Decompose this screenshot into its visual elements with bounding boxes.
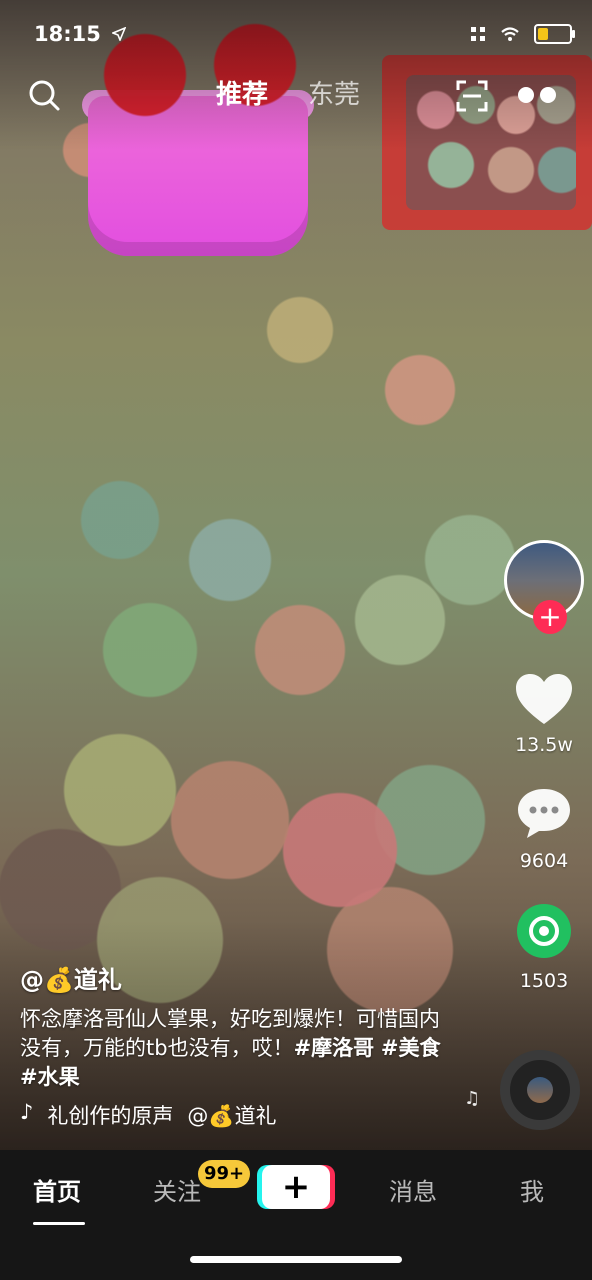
- music-notes-icon: ♫: [464, 1088, 481, 1109]
- like-count: 13.5w: [515, 734, 573, 756]
- tiktok-note-icon: ♪: [20, 1100, 34, 1124]
- comment-count: 9604: [519, 850, 569, 872]
- hashtag[interactable]: #美食: [381, 1036, 441, 1060]
- nav-me[interactable]: 我: [520, 1172, 544, 1207]
- nav-following[interactable]: 关注: [153, 1172, 201, 1207]
- active-tab-indicator: [33, 1222, 85, 1225]
- status-icons: [470, 24, 575, 44]
- share-action[interactable]: 1503: [496, 904, 592, 992]
- share-icon[interactable]: [517, 904, 571, 958]
- hashtag[interactable]: #摩洛哥: [294, 1036, 375, 1060]
- music-disc[interactable]: [500, 1050, 580, 1130]
- more-icon[interactable]: [516, 86, 558, 104]
- grid-icon: [471, 27, 485, 41]
- music-title: 礼创作的原声: [47, 1104, 174, 1128]
- video-caption: @💰道礼 怀念摩洛哥仙人掌果，好吃到爆炸！可惜国内没有，万能的tb也没有，哎！#…: [20, 960, 450, 1092]
- money-bag-icon: 💰: [208, 1104, 235, 1128]
- home-indicator: [190, 1256, 402, 1263]
- author-avatar-wrap[interactable]: +: [504, 540, 584, 634]
- tab-recommend[interactable]: 推荐: [216, 74, 268, 111]
- top-nav: 推荐 东莞: [0, 70, 592, 120]
- location-arrow-icon: [111, 26, 127, 43]
- money-bag-icon: 💰: [44, 966, 74, 994]
- battery-icon: [534, 24, 575, 44]
- nav-home[interactable]: 首页: [33, 1172, 81, 1207]
- status-time: 18:15: [34, 22, 127, 46]
- search-icon[interactable]: [27, 78, 61, 112]
- heart-icon[interactable]: [514, 672, 574, 726]
- scan-icon[interactable]: [456, 80, 488, 112]
- music-info[interactable]: ♪ 礼创作的原声 @💰道礼: [20, 1100, 450, 1130]
- comment-action[interactable]: 9604: [496, 786, 592, 872]
- music-disc-cover: [527, 1077, 553, 1103]
- like-action[interactable]: 13.5w: [496, 672, 592, 756]
- author-name[interactable]: @💰道礼: [20, 960, 450, 995]
- notification-badge: 99+: [198, 1160, 251, 1188]
- tab-local[interactable]: 东莞: [308, 74, 360, 111]
- nav-messages[interactable]: 消息: [389, 1172, 437, 1207]
- music-author: @💰道礼: [187, 1104, 277, 1128]
- top-tabs: 推荐 东莞: [216, 74, 360, 111]
- hashtag[interactable]: #水果: [20, 1065, 80, 1089]
- create-button[interactable]: +: [262, 1165, 330, 1209]
- status-bar: 18:15: [0, 18, 592, 56]
- share-count: 1503: [519, 970, 569, 992]
- wifi-icon: [501, 27, 519, 41]
- comment-icon[interactable]: [515, 786, 573, 840]
- description: 怀念摩洛哥仙人掌果，好吃到爆炸！可惜国内没有，万能的tb也没有，哎！#摩洛哥 #…: [20, 1005, 450, 1092]
- follow-plus-icon[interactable]: +: [533, 600, 567, 634]
